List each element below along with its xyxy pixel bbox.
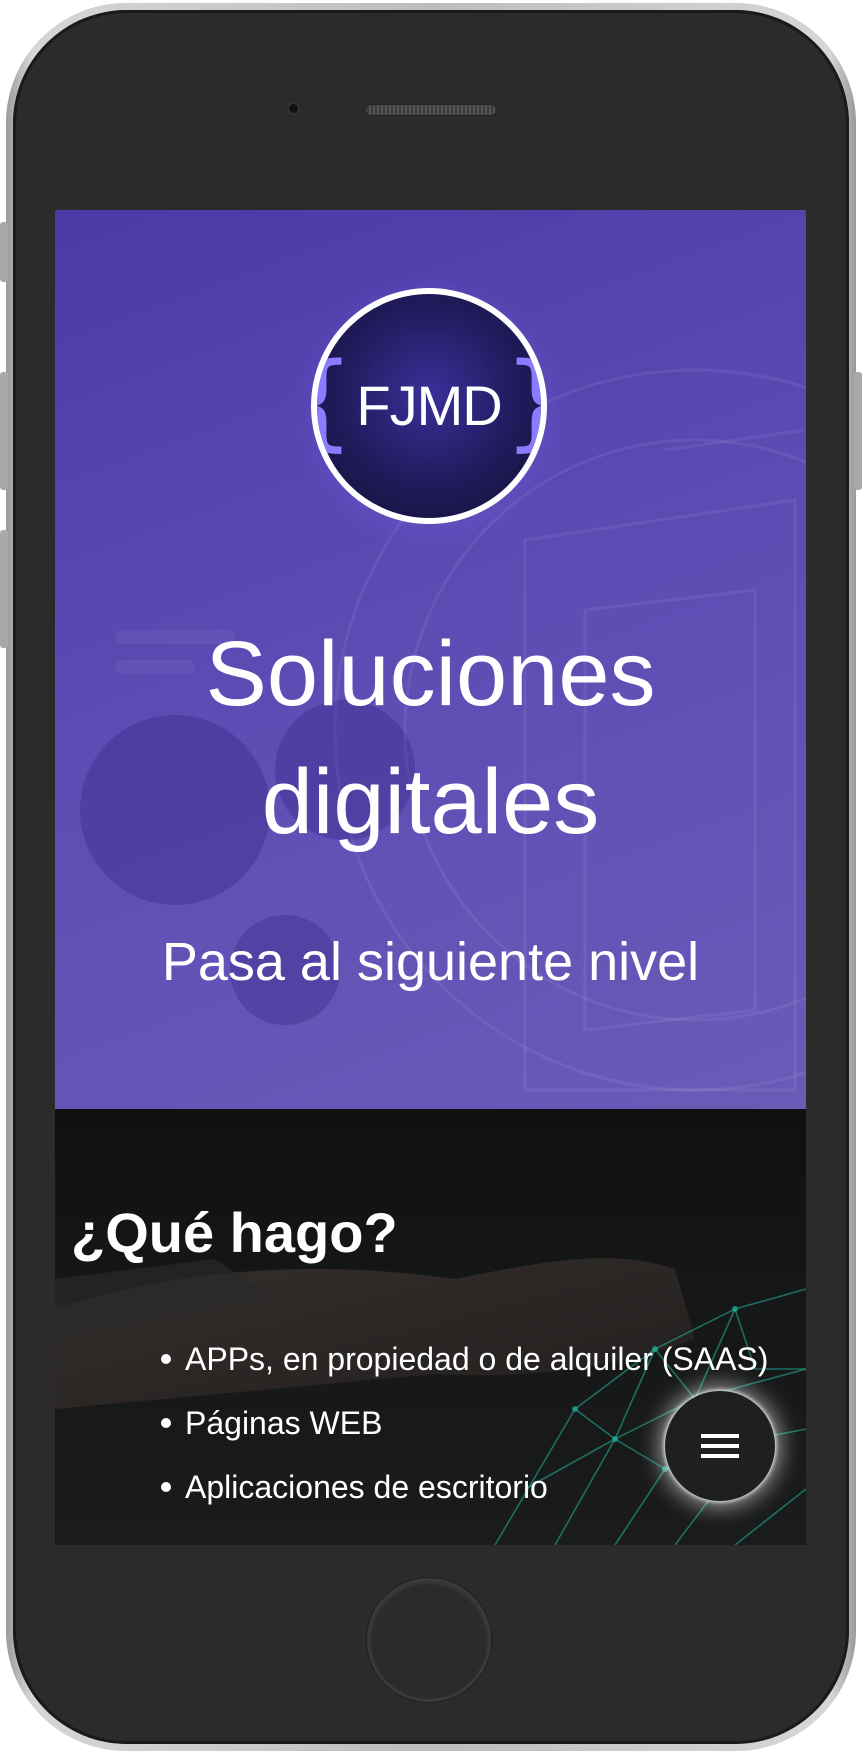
hero-title-line2: digitales: [261, 751, 600, 853]
hamburger-menu-icon: [701, 1434, 739, 1458]
earpiece-speaker: [365, 104, 497, 116]
bullet-icon: [161, 1354, 171, 1364]
logo-text: FJMD: [356, 374, 502, 437]
fjmd-logo: { FJMD }: [311, 288, 547, 524]
phone-volume-up-button: [0, 372, 8, 490]
phone-silent-switch: [0, 222, 8, 282]
hero-title: Soluciones digitales: [55, 610, 806, 866]
service-item-label: APPs, en propiedad o de alquiler (SAAS): [185, 1341, 769, 1377]
hero-title-line1: Soluciones: [205, 623, 656, 725]
phone-screen: { FJMD } Soluciones digitales Pasa al si…: [55, 210, 806, 1545]
logo-open-brace: {: [317, 349, 354, 453]
bullet-icon: [161, 1482, 171, 1492]
bullet-icon: [161, 1418, 171, 1428]
menu-button[interactable]: [665, 1391, 775, 1501]
hero-section: { FJMD } Soluciones digitales Pasa al si…: [55, 210, 806, 1109]
service-item: APPs, en propiedad o de alquiler (SAAS): [161, 1327, 769, 1391]
services-title: ¿Qué hago?: [71, 1201, 398, 1264]
phone-power-button: [854, 372, 862, 490]
front-camera: [287, 102, 300, 115]
service-item-label: Aplicaciones de escritorio: [185, 1469, 548, 1505]
service-item-label: Páginas WEB: [185, 1405, 383, 1441]
home-button: [367, 1578, 491, 1702]
phone-volume-down-button: [0, 530, 8, 648]
hero-subtitle: Pasa al siguiente nivel: [161, 932, 700, 992]
